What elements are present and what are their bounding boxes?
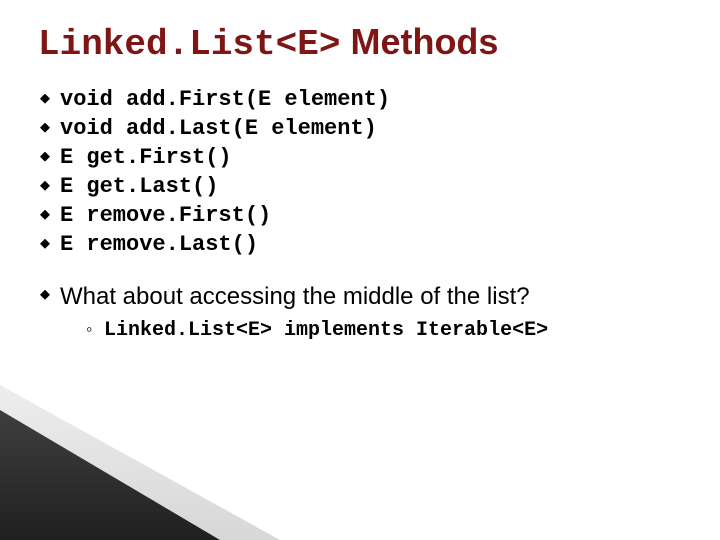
question-list: What about accessing the middle of the l…: [38, 281, 682, 344]
title-code: Linked.List<E>: [38, 24, 340, 65]
slide-body: void add.First(E element) void add.Last(…: [38, 85, 682, 344]
answer-list: Linked.List<E> implements Iterable<E>: [86, 318, 682, 344]
list-item: E remove.First(): [38, 201, 682, 230]
question-text: What about accessing the middle of the l…: [60, 283, 530, 310]
question-item: What about accessing the middle of the l…: [38, 281, 682, 344]
list-item: E get.First(): [38, 143, 682, 172]
list-item: void add.First(E element): [38, 85, 682, 114]
title-rest: Methods: [340, 21, 498, 62]
decorative-wedge-dark: [0, 410, 220, 540]
method-list: void add.First(E element) void add.Last(…: [38, 85, 682, 259]
list-item: E get.Last(): [38, 172, 682, 201]
slide: Linked.List<E> Methods void add.First(E …: [0, 0, 720, 540]
list-item: E remove.Last(): [38, 230, 682, 259]
answer-item: Linked.List<E> implements Iterable<E>: [86, 318, 682, 344]
list-item: void add.Last(E element): [38, 114, 682, 143]
slide-title: Linked.List<E> Methods: [38, 22, 682, 65]
